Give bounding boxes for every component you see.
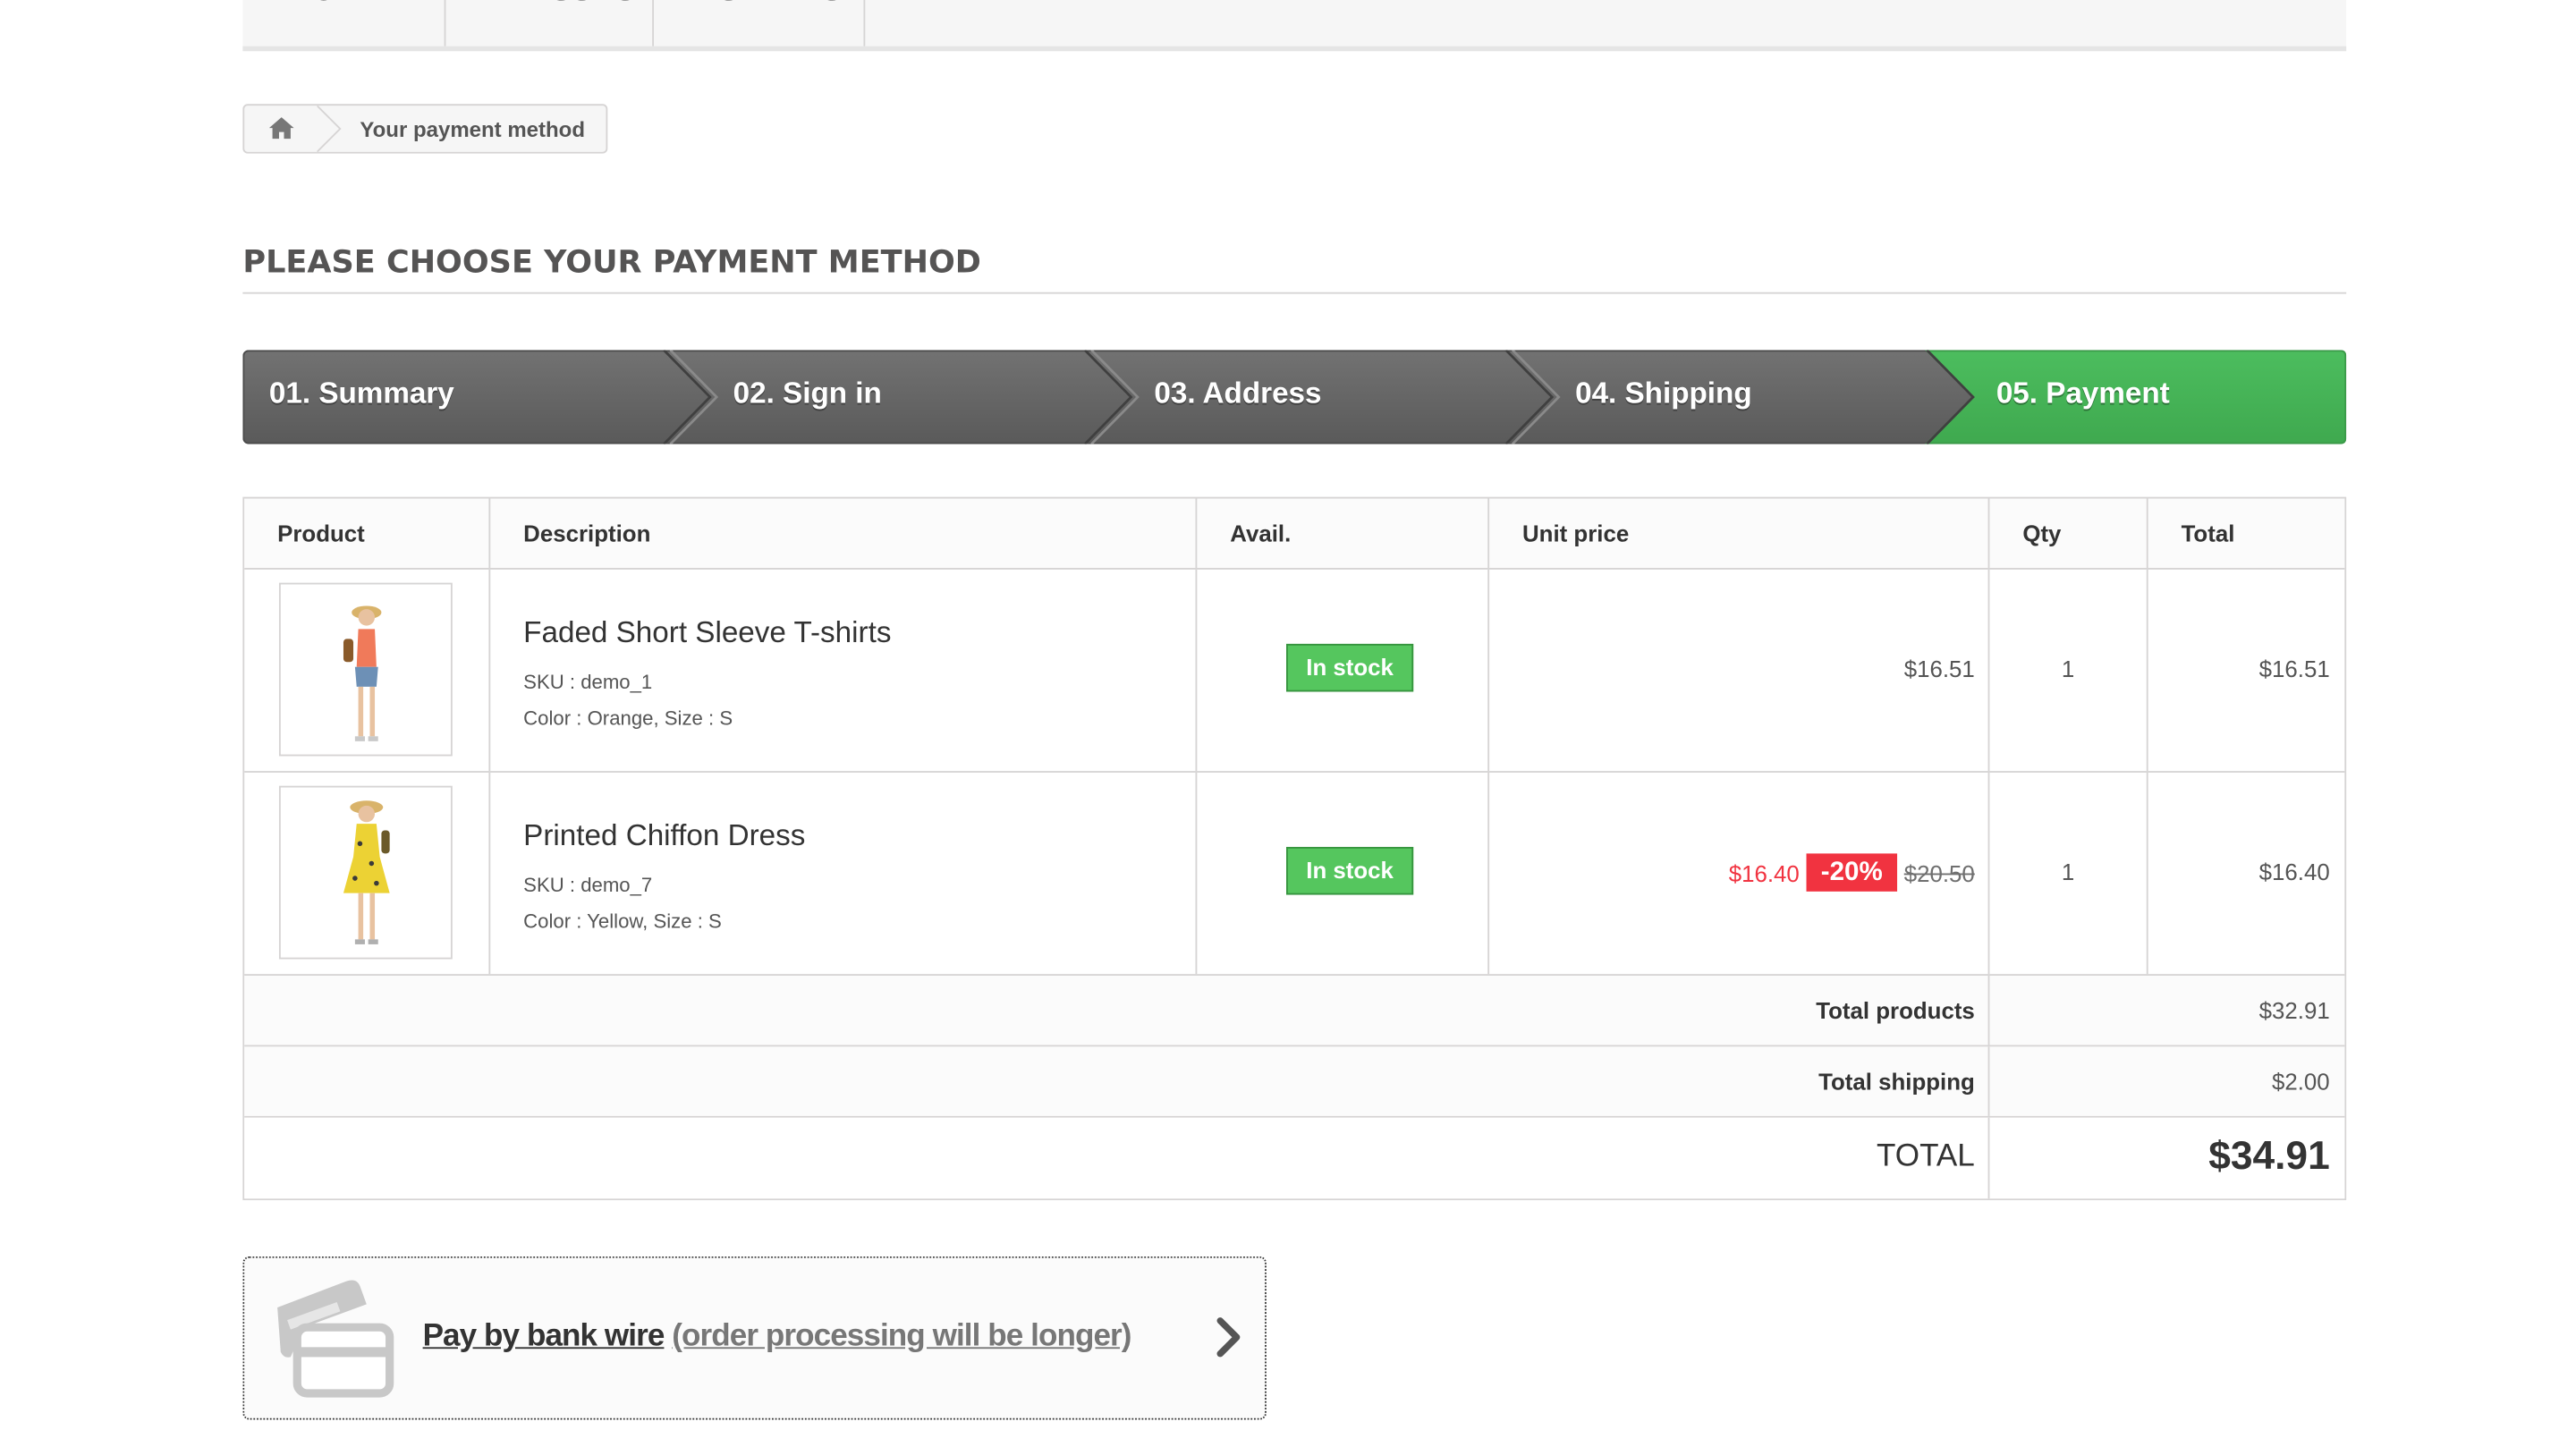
product-image[interactable] <box>278 785 453 960</box>
step-payment: 05. Payment <box>1996 376 2170 410</box>
column-header-qty: Qty <box>2022 520 2062 547</box>
menu-item-label: DRESSES <box>480 0 637 8</box>
menu-item-label: WOMEN <box>277 0 414 8</box>
menu-item-tshirts[interactable]: T-SHIRTS <box>654 0 866 47</box>
breadcrumb-current: Your payment method <box>360 117 586 142</box>
availability-badge: In stock <box>1286 846 1414 895</box>
column-header-unit-price: Unit price <box>1522 520 1630 547</box>
total-shipping-value: $2.00 <box>2272 1068 2330 1095</box>
product-thumbnail-figure <box>343 800 390 944</box>
grand-total-value: $34.91 <box>2208 1134 2330 1180</box>
pay-by-bank-wire-option[interactable]: Pay by bank wire (order processing will … <box>242 1256 1267 1420</box>
product-name-link[interactable]: Printed Chiffon Dress <box>523 819 805 854</box>
table-row: Printed Chiffon Dress SKU : demo_7 Color… <box>244 772 2345 976</box>
unit-price-group: $16.40 -20% $20.50 <box>1728 853 1975 892</box>
discount-badge: -20% <box>1806 853 1898 892</box>
page-title: PLEASE CHOOSE YOUR PAYMENT METHOD <box>242 244 981 281</box>
column-header-description: Description <box>523 520 651 547</box>
breadcrumb-separator <box>317 106 342 152</box>
menu-item-women[interactable]: WOMEN <box>242 0 446 47</box>
product-image[interactable] <box>278 582 453 757</box>
table-header-row: Product Description Avail. Unit price Qt… <box>244 498 2345 570</box>
step-summary[interactable]: 01. Summary <box>269 377 454 411</box>
payment-option-label[interactable]: Pay by bank wire <box>423 1319 665 1354</box>
product-sku: SKU : demo_1 <box>523 670 653 694</box>
discounted-price: $16.40 <box>1728 859 1800 886</box>
grand-total-row: TOTAL $34.91 <box>244 1117 2345 1199</box>
order-steps: 01. Summary 02. Sign in 03. Address 04. … <box>242 350 2347 444</box>
line-total: $16.51 <box>2258 655 2330 682</box>
unit-price: $16.51 <box>1903 655 1975 682</box>
quantity: 1 <box>2061 655 2075 682</box>
menu-item-label: T-SHIRTS <box>689 0 844 8</box>
page-heading: PLEASE CHOOSE YOUR PAYMENT METHOD <box>242 224 2347 294</box>
cart-summary-table: Product Description Avail. Unit price Qt… <box>242 496 2347 1201</box>
breadcrumb: Your payment method <box>242 104 608 154</box>
chevron-right-icon <box>1216 1317 1241 1358</box>
total-shipping-label: Total shipping <box>1818 1068 1975 1095</box>
total-products-value: $32.91 <box>2258 996 2330 1024</box>
payment-option-text: Pay by bank wire (order processing will … <box>423 1319 1132 1356</box>
product-name-link[interactable]: Faded Short Sleeve T-shirts <box>523 616 891 651</box>
total-shipping-row: Total shipping $2.00 <box>244 1046 2345 1118</box>
product-attributes[interactable]: Color : Yellow, Size : S <box>523 910 722 933</box>
step-sign-in[interactable]: 02. Sign in <box>733 377 882 411</box>
grand-total-label: TOTAL <box>1877 1138 1975 1174</box>
line-total: $16.40 <box>2258 858 2330 885</box>
top-menu: WOMEN DRESSES T-SHIRTS <box>242 0 2347 52</box>
product-attributes[interactable]: Color : Orange, Size : S <box>523 707 733 730</box>
payment-option-note[interactable]: (order processing will be longer) <box>672 1319 1131 1354</box>
column-header-avail: Avail. <box>1230 520 1292 547</box>
product-sku: SKU : demo_7 <box>523 873 653 897</box>
step-shipping[interactable]: 04. Shipping <box>1575 377 1752 411</box>
bank-card-icon <box>277 1280 394 1398</box>
total-products-label: Total products <box>1816 996 1975 1024</box>
home-icon <box>268 117 294 140</box>
table-row: Faded Short Sleeve T-shirts SKU : demo_1… <box>244 569 2345 773</box>
menu-item-dresses[interactable]: DRESSES <box>445 0 655 47</box>
step-address[interactable]: 03. Address <box>1154 377 1321 411</box>
quantity: 1 <box>2061 858 2075 885</box>
availability-badge: In stock <box>1286 643 1414 692</box>
breadcrumb-home-link[interactable] <box>244 106 317 152</box>
total-products-row: Total products $32.91 <box>244 975 2345 1047</box>
product-thumbnail-figure <box>343 605 382 741</box>
column-header-product: Product <box>277 520 365 547</box>
column-header-total: Total <box>2181 520 2235 547</box>
original-price: $20.50 <box>1903 859 1975 886</box>
